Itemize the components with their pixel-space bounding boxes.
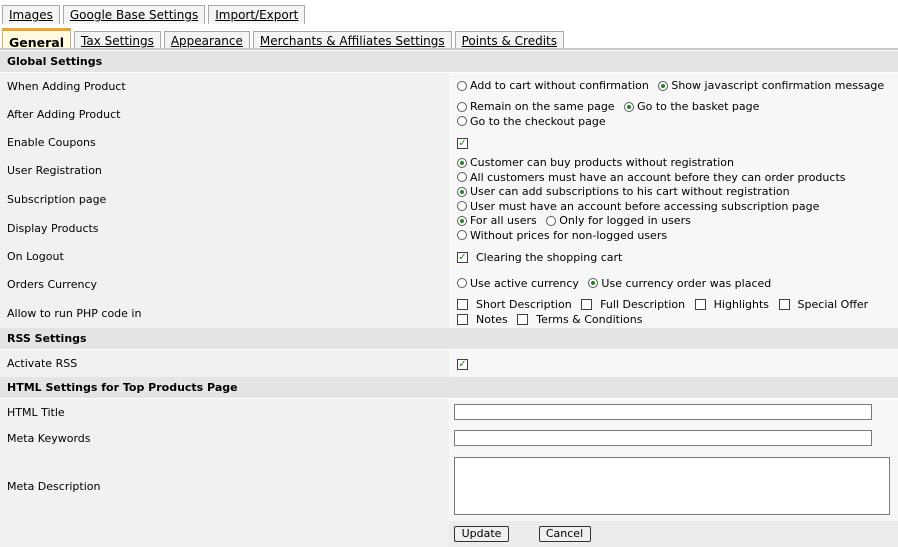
setting-row-meta-keywords: Meta Keywords (0, 425, 898, 451)
settings-form: Global Settings When Adding Product Add … (0, 51, 898, 547)
section-rss-settings: RSS Settings (0, 328, 898, 350)
radio-order-currency[interactable] (588, 278, 599, 289)
setting-label: Allow to run PHP code in (0, 298, 449, 328)
radio-go-checkout-page[interactable] (457, 116, 467, 126)
option-label: All customers must have an account befor… (470, 170, 846, 184)
checkbox-clear-cart[interactable]: ✓ (457, 251, 468, 263)
setting-row-coupons: Enable Coupons ✓ (0, 129, 898, 156)
option-label: User can add subscriptions to his cart w… (470, 185, 790, 198)
tab-divider (0, 48, 898, 50)
tab-images[interactable]: Images (2, 5, 60, 24)
setting-row-html-title: HTML Title (0, 398, 898, 425)
meta-description-textarea[interactable] (454, 457, 890, 515)
radio-display-all-users[interactable] (457, 215, 467, 226)
setting-row-logout: On Logout ✓ Clearing the shopping cart (0, 243, 898, 270)
setting-row-meta-description: Meta Description (0, 451, 898, 521)
setting-row-currency: Orders Currency Use active currency Use … (0, 270, 898, 298)
update-button[interactable]: Update (454, 526, 509, 542)
checkbox-php-highlights[interactable] (694, 299, 706, 310)
option-label: Add to cart without confirmation (470, 79, 649, 93)
option-label: Go to the checkout page (470, 114, 606, 128)
radio-display-without-prices[interactable] (457, 230, 467, 240)
tab-general[interactable]: General (2, 28, 71, 50)
option-label: Use currency order was placed (601, 276, 772, 290)
option-label: Customer can buy products without regist… (470, 156, 734, 169)
setting-row-activate-rss: Activate RSS ✓ (0, 349, 898, 377)
checkbox-php-short-description[interactable] (457, 299, 468, 310)
checkbox-php-terms-conditions[interactable] (517, 314, 529, 325)
setting-label: Enable Coupons (0, 129, 449, 156)
radio-buy-without-registration[interactable] (457, 157, 467, 168)
tab-bar-primary: General Tax Settings Appearance Merchant… (2, 26, 567, 50)
setting-label: Orders Currency (0, 270, 449, 298)
tab-import-export[interactable]: Import/Export (208, 5, 306, 24)
option-label: Highlights (713, 298, 770, 311)
option-label: User must have an account before accessi… (470, 199, 820, 213)
radio-subscription-without-registration[interactable] (457, 186, 467, 197)
option-label: Special Offer (797, 298, 869, 311)
option-label: Remain on the same page (470, 100, 615, 113)
option-label: Show javascript confirmation message (671, 79, 885, 93)
radio-show-js-confirmation[interactable] (658, 80, 669, 91)
setting-row-subscription: Subscription page User can add subscript… (0, 185, 898, 214)
radio-remain-same-page[interactable] (457, 101, 467, 112)
setting-row-after-adding: After Adding Product Remain on the same … (0, 100, 898, 129)
setting-row-adding-product: When Adding Product Add to cart without … (0, 72, 898, 100)
radio-add-without-confirmation[interactable] (457, 80, 467, 91)
radio-active-currency[interactable] (457, 278, 467, 289)
section-html-settings: HTML Settings for Top Products Page (0, 377, 898, 399)
checkbox-php-special-offer[interactable] (778, 299, 790, 310)
setting-label: After Adding Product (0, 100, 449, 129)
tab-google-base-settings[interactable]: Google Base Settings (62, 5, 206, 24)
setting-label: HTML Title (0, 398, 449, 425)
option-label: Only for logged in users (559, 214, 691, 227)
option-label: Without prices for non-logged users (470, 228, 668, 242)
option-label: Notes (476, 313, 508, 326)
radio-subscription-account-required[interactable] (457, 201, 467, 211)
radio-go-basket-page[interactable] (624, 101, 635, 112)
setting-label: On Logout (0, 243, 449, 270)
checkbox-enable-coupons[interactable]: ✓ (457, 138, 468, 149)
setting-label: Display Products (0, 214, 449, 243)
checkbox-php-notes[interactable] (457, 314, 468, 325)
setting-label: Subscription page (0, 185, 449, 214)
setting-label: Activate RSS (0, 349, 449, 377)
option-label: Short Description (476, 298, 572, 311)
setting-label: Meta Description (0, 451, 449, 521)
setting-label: Meta Keywords (0, 425, 449, 451)
radio-account-required[interactable] (457, 172, 467, 182)
setting-label: User Registration (0, 156, 449, 185)
section-global-settings: Global Settings (0, 51, 898, 73)
setting-row-display-products: Display Products For all users Only for … (0, 214, 898, 243)
tab-bar-secondary: Images Google Base Settings Import/Expor… (2, 0, 308, 24)
checkbox-activate-rss[interactable]: ✓ (457, 359, 468, 370)
html-title-input[interactable] (454, 404, 872, 420)
meta-keywords-input[interactable] (454, 430, 872, 446)
setting-label: When Adding Product (0, 72, 449, 100)
setting-row-php: Allow to run PHP code in Short Descripti… (0, 298, 898, 328)
cancel-button[interactable]: Cancel (538, 526, 591, 542)
checkbox-php-full-description[interactable] (581, 299, 593, 310)
option-label: Use active currency (470, 276, 579, 290)
option-label: For all users (470, 214, 537, 227)
actions-spacer (0, 521, 449, 547)
radio-display-logged-in[interactable] (546, 215, 557, 226)
option-label: Terms & Conditions (536, 313, 643, 326)
setting-row-registration: User Registration Customer can buy produ… (0, 156, 898, 185)
option-label: Go to the basket page (637, 100, 760, 113)
option-label: Clearing the shopping cart (476, 250, 623, 264)
form-actions-row: Update Cancel (0, 521, 898, 547)
option-label: Full Description (600, 298, 686, 311)
